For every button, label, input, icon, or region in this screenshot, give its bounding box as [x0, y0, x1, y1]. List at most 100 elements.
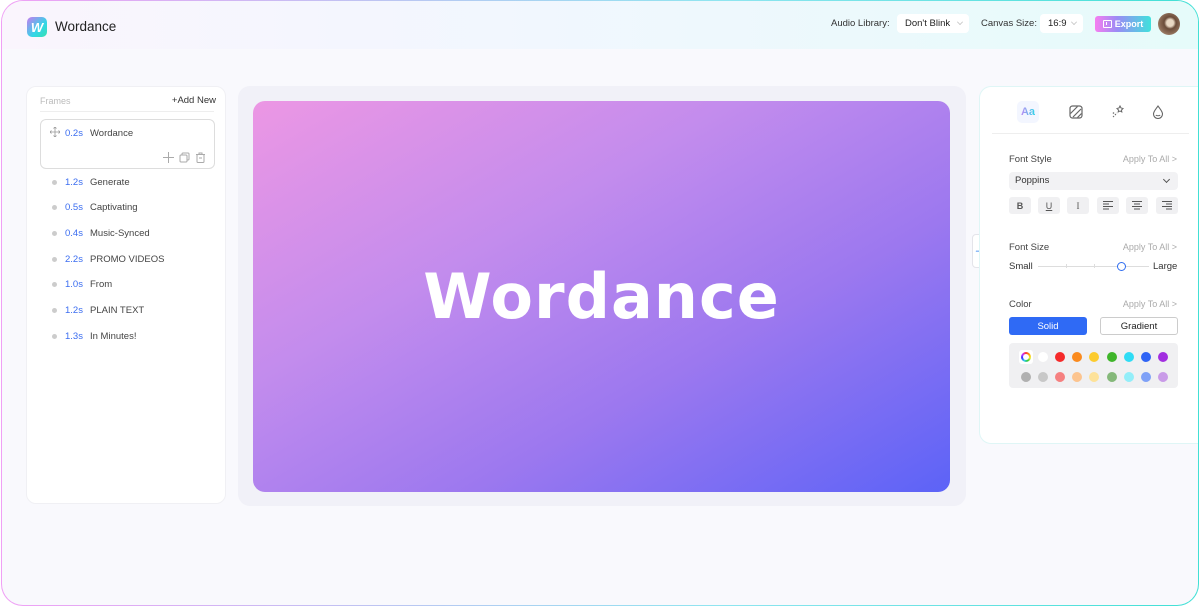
color-swatch[interactable] [1140, 372, 1151, 382]
bullet-icon [52, 179, 57, 185]
color-swatch[interactable] [1140, 352, 1151, 362]
align-right-button[interactable] [1156, 197, 1178, 214]
color-apply-all[interactable]: Apply To All > [1123, 299, 1177, 309]
color-swatch[interactable] [1123, 352, 1134, 362]
frame-text: Captivating [90, 202, 138, 214]
properties-panel: Aa Font Style Apply To All > Poppins B U… [979, 86, 1198, 444]
frame-time: 1.0s [65, 279, 83, 291]
export-button[interactable]: Export [1095, 16, 1151, 32]
color-swatch[interactable] [1157, 372, 1168, 382]
color-swatch[interactable] [1089, 352, 1100, 362]
frame-time: 1.2s [65, 305, 83, 316]
plus-icon[interactable] [163, 152, 174, 163]
frame-text: PROMO VIDEOS [90, 253, 165, 265]
divider [40, 111, 214, 112]
font-size-slider[interactable] [1038, 262, 1149, 271]
frame-item-selected[interactable]: 0.2s Wordance [40, 119, 215, 169]
frame-time: 0.4s [65, 227, 83, 239]
align-left-button[interactable] [1097, 197, 1119, 214]
color-swatch[interactable] [1072, 352, 1083, 362]
slider-tick [1094, 264, 1095, 268]
frame-text: From [90, 279, 113, 291]
frame-item[interactable]: 1.2s Generate [52, 175, 130, 189]
frame-text: In Minutes! [90, 330, 137, 342]
tool-background[interactable] [1065, 101, 1087, 123]
trash-icon[interactable] [195, 152, 206, 163]
color-swatch[interactable] [1072, 372, 1083, 382]
align-right-icon [1162, 201, 1172, 210]
tool-text-style[interactable]: Aa [1017, 101, 1039, 123]
frame-time: 1.2s [65, 176, 83, 188]
chevron-down-icon [1162, 175, 1171, 184]
frames-title: Frames [40, 96, 71, 106]
audio-library-select[interactable]: Don't Blink [897, 14, 969, 33]
color-wheel-icon [1021, 352, 1031, 362]
color-picker-button[interactable] [1019, 350, 1033, 364]
canvas-size-label: Canvas Size: [981, 18, 1037, 29]
sparkle-icon [1112, 105, 1124, 118]
frame-time: 0.2s [65, 128, 83, 139]
align-center-button[interactable] [1126, 197, 1148, 214]
font-style-apply-all[interactable]: Apply To All > [1123, 154, 1177, 164]
color-swatch[interactable] [1038, 372, 1049, 382]
frame-time: 1.3s [65, 330, 83, 342]
frame-item[interactable]: 0.5s Captivating [52, 201, 138, 215]
export-folder-icon [1102, 20, 1112, 28]
bold-button[interactable]: B [1009, 197, 1031, 214]
app-title: Wordance [55, 19, 117, 34]
background-pattern-icon [1069, 105, 1083, 119]
color-swatch[interactable] [1021, 372, 1031, 382]
color-swatch[interactable] [1038, 352, 1049, 362]
canvas-text[interactable]: Wordance [423, 260, 780, 333]
frame-item[interactable]: 1.2s PLAIN TEXT [52, 304, 144, 318]
text-style-icon: Aa [1020, 106, 1036, 118]
font-size-apply-all[interactable]: Apply To All > [1123, 242, 1177, 252]
color-label: Color [1009, 299, 1032, 310]
frame-item[interactable]: 2.2s PROMO VIDEOS [52, 252, 164, 266]
color-swatch[interactable] [1089, 372, 1100, 382]
underline-button[interactable]: U [1038, 197, 1060, 214]
color-swatch[interactable] [1055, 352, 1066, 362]
logo-letter: W [30, 19, 44, 35]
avatar[interactable] [1158, 13, 1180, 35]
app-logo-icon: W [27, 17, 47, 37]
font-family-select[interactable]: Poppins [1009, 172, 1178, 190]
tool-color-drop[interactable] [1147, 101, 1169, 123]
frame-text: Music-Synced [90, 227, 150, 239]
chevron-down-icon [957, 19, 963, 25]
color-swatch[interactable] [1123, 372, 1134, 382]
slider-thumb[interactable] [1117, 262, 1127, 271]
chevron-down-icon [1071, 19, 1077, 25]
canvas-preview[interactable]: Wordance [253, 101, 950, 492]
duplicate-icon[interactable] [179, 152, 190, 163]
audio-library-label: Audio Library: [831, 18, 890, 29]
italic-button[interactable]: I [1067, 197, 1089, 214]
gradient-tab[interactable]: Gradient [1100, 317, 1178, 335]
audio-library-value: Don't Blink [905, 18, 951, 29]
color-swatch[interactable] [1106, 372, 1117, 382]
color-swatch[interactable] [1055, 372, 1066, 382]
align-left-icon [1103, 201, 1113, 210]
add-new-frame-button[interactable]: +Add New [172, 95, 216, 106]
frame-text: Wordance [90, 128, 134, 139]
divider [992, 133, 1189, 134]
frames-panel: Frames +Add New 0.2s Wordance 1.2s Genera… [26, 86, 226, 504]
canvas-size-select[interactable]: 16:9 [1040, 14, 1083, 33]
canvas-size-value: 16:9 [1048, 18, 1067, 29]
bullet-icon [52, 308, 57, 313]
app-window: W Wordance Audio Library: Don't Blink Ca… [1, 0, 1199, 606]
solid-tab[interactable]: Solid [1009, 317, 1087, 335]
frame-item[interactable]: 0.4s Music-Synced [52, 226, 150, 240]
font-family-value: Poppins [1015, 175, 1050, 186]
tool-effects[interactable] [1107, 101, 1129, 123]
align-center-icon [1132, 201, 1142, 210]
frame-item[interactable]: 1.3s In Minutes! [52, 329, 136, 343]
color-swatch[interactable] [1106, 352, 1117, 362]
slider-min-label: Small [1009, 261, 1033, 272]
move-icon[interactable] [50, 127, 60, 137]
canvas-area: Wordance [238, 86, 966, 506]
bullet-icon [52, 205, 57, 211]
frame-item[interactable]: 1.0s From [52, 278, 112, 292]
drop-icon [1152, 105, 1164, 119]
color-swatch[interactable] [1157, 352, 1168, 362]
